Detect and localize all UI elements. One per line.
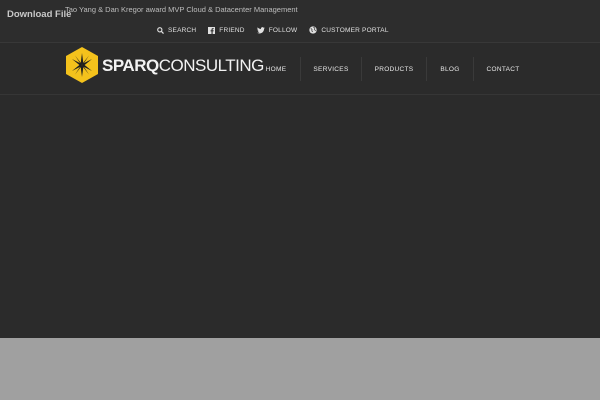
search-icon (157, 26, 164, 34)
star-hexagon-icon (66, 47, 98, 83)
twitter-icon (256, 26, 265, 33)
nav-products[interactable]: PRODUCTS (362, 57, 427, 81)
hero-area (0, 95, 600, 338)
news-ticker[interactable]: Tao Yang & Dan Kregor award MVP Cloud & … (65, 5, 298, 14)
customer-portal-link[interactable]: CUSTOMER PORTAL (309, 26, 388, 34)
search-link[interactable]: SEARCH (157, 27, 196, 34)
brand-name: SPARQCONSULTING (102, 57, 264, 74)
download-file-link[interactable]: Download File (7, 9, 71, 20)
search-label: SEARCH (168, 26, 197, 34)
friend-label: FRIEND (219, 26, 245, 34)
nav-services[interactable]: SERVICES (301, 57, 362, 81)
nav-home[interactable]: HOME (252, 57, 301, 81)
footer-area (0, 338, 600, 400)
globe-icon (309, 26, 318, 34)
brand-name-light: CONSULTING (158, 55, 265, 75)
top-bar: Download File Tao Yang & Dan Kregor awar… (0, 0, 600, 43)
main-nav: HOME SERVICES PRODUCTS BLOG CONTACT (252, 57, 532, 81)
utility-links: SEARCH FRIEND FOLLOW CUSTOMER PORTAL (157, 26, 389, 34)
site-logo[interactable]: SPARQCONSULTING (65, 46, 264, 84)
nav-contact[interactable]: CONTACT (474, 57, 532, 81)
friend-link[interactable]: FRIEND (208, 26, 245, 34)
customer-portal-label: CUSTOMER PORTAL (321, 26, 389, 34)
site-container: Download File Tao Yang & Dan Kregor awar… (0, 0, 600, 338)
follow-link[interactable]: FOLLOW (256, 26, 298, 34)
facebook-icon (208, 26, 216, 34)
brand-name-bold: SPARQ (102, 55, 159, 75)
follow-label: FOLLOW (268, 26, 298, 34)
nav-blog[interactable]: BLOG (427, 57, 474, 81)
main-header: SPARQCONSULTING HOME SERVICES PRODUCTS B… (0, 43, 600, 95)
